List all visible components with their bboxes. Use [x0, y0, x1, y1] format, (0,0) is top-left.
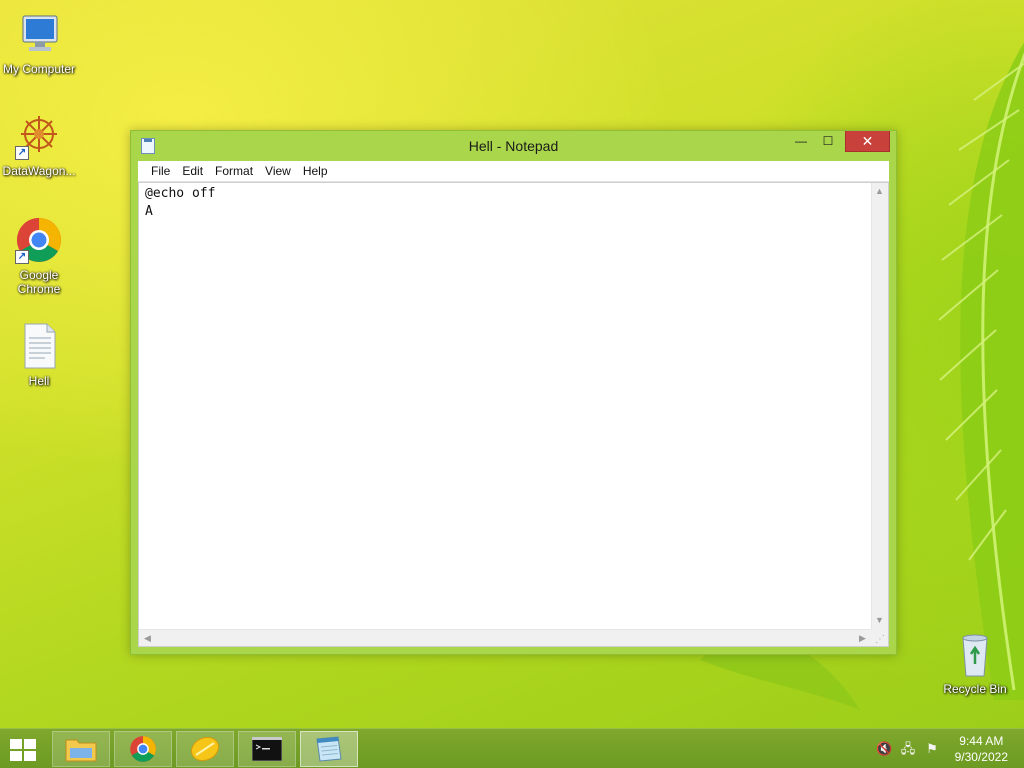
taskbar: 🔇 🖧 ⚑ 9:44 AM 9/30/2022 [0, 728, 1024, 768]
desktop-icon-my-computer[interactable]: My Computer [0, 10, 78, 76]
notepad-window[interactable]: Hell - Notepad — ☐ ✕ File Edit Format Vi… [130, 130, 897, 655]
taskbar-chrome[interactable] [114, 731, 172, 767]
clock-date: 9/30/2022 [954, 750, 1008, 764]
text-file-icon [15, 322, 63, 370]
computer-icon [15, 10, 63, 58]
clock-time: 9:44 AM [959, 734, 1004, 748]
taskbar-lemon-app[interactable] [176, 731, 234, 767]
desktop-icon-label: Recycle Bin [943, 682, 1007, 696]
desktop-icon-label: Hell [28, 374, 50, 388]
notepad-icon [316, 736, 342, 762]
editor-content[interactable]: @echo off A [145, 185, 870, 221]
shortcut-arrow-icon: ↗ [15, 146, 29, 160]
vertical-scrollbar[interactable]: ▲ ▼ [871, 183, 888, 629]
window-title: Hell - Notepad [468, 138, 559, 154]
minimize-button[interactable]: — [788, 131, 814, 152]
shortcut-arrow-icon: ↗ [15, 250, 29, 264]
menu-bar: File Edit Format View Help [138, 161, 889, 182]
horizontal-scrollbar[interactable]: ◀ ▶ [139, 629, 871, 646]
action-center-flag-icon[interactable]: ⚑ [924, 741, 940, 757]
desktop-icon-google-chrome[interactable]: ↗ Google Chrome [0, 216, 78, 296]
taskbar-file-explorer[interactable] [52, 731, 110, 767]
scroll-up-icon[interactable]: ▲ [871, 183, 888, 200]
chrome-icon [130, 736, 156, 762]
recycle-bin-icon [951, 630, 999, 678]
desktop-icon-label: DataWagon... [2, 164, 76, 178]
scroll-right-icon[interactable]: ▶ [854, 630, 871, 647]
scroll-left-icon[interactable]: ◀ [139, 630, 156, 647]
taskbar-command-prompt[interactable] [238, 731, 296, 767]
start-button[interactable] [8, 737, 38, 761]
resize-grip-icon[interactable] [871, 629, 888, 646]
desktop-icon-datawagon[interactable]: ↗ DataWagon... [0, 112, 78, 178]
desktop-icon-recycle-bin[interactable]: Recycle Bin [936, 630, 1014, 696]
desktop-icon-label: Google Chrome [17, 268, 61, 296]
title-bar[interactable]: Hell - Notepad — ☐ ✕ [131, 131, 896, 161]
file-explorer-icon [65, 739, 97, 762]
text-editor[interactable]: @echo off A ▲ ▼ ◀ ▶ [138, 182, 889, 647]
desktop-icon-label: My Computer [2, 62, 76, 76]
command-prompt-icon [252, 737, 282, 761]
menu-edit[interactable]: Edit [176, 162, 209, 180]
scroll-down-icon[interactable]: ▼ [871, 612, 888, 629]
volume-muted-icon[interactable]: 🔇 [876, 741, 892, 757]
maximize-button[interactable]: ☐ [815, 131, 841, 152]
close-button[interactable]: ✕ [845, 131, 890, 152]
taskbar-notepad[interactable] [300, 731, 358, 767]
system-tray: 🔇 🖧 ⚑ 9:44 AM 9/30/2022 [864, 729, 1024, 768]
chrome-icon: ↗ [15, 216, 63, 264]
menu-view[interactable]: View [259, 162, 297, 180]
menu-file[interactable]: File [145, 162, 176, 180]
menu-help[interactable]: Help [297, 162, 334, 180]
lemon-app-icon [190, 736, 220, 762]
clock[interactable]: 9:44 AM 9/30/2022 [955, 733, 1008, 765]
datawagon-icon: ↗ [15, 112, 63, 160]
menu-format[interactable]: Format [209, 162, 259, 180]
desktop-icon-hell[interactable]: Hell [0, 322, 78, 388]
network-icon[interactable]: 🖧 [900, 741, 916, 757]
